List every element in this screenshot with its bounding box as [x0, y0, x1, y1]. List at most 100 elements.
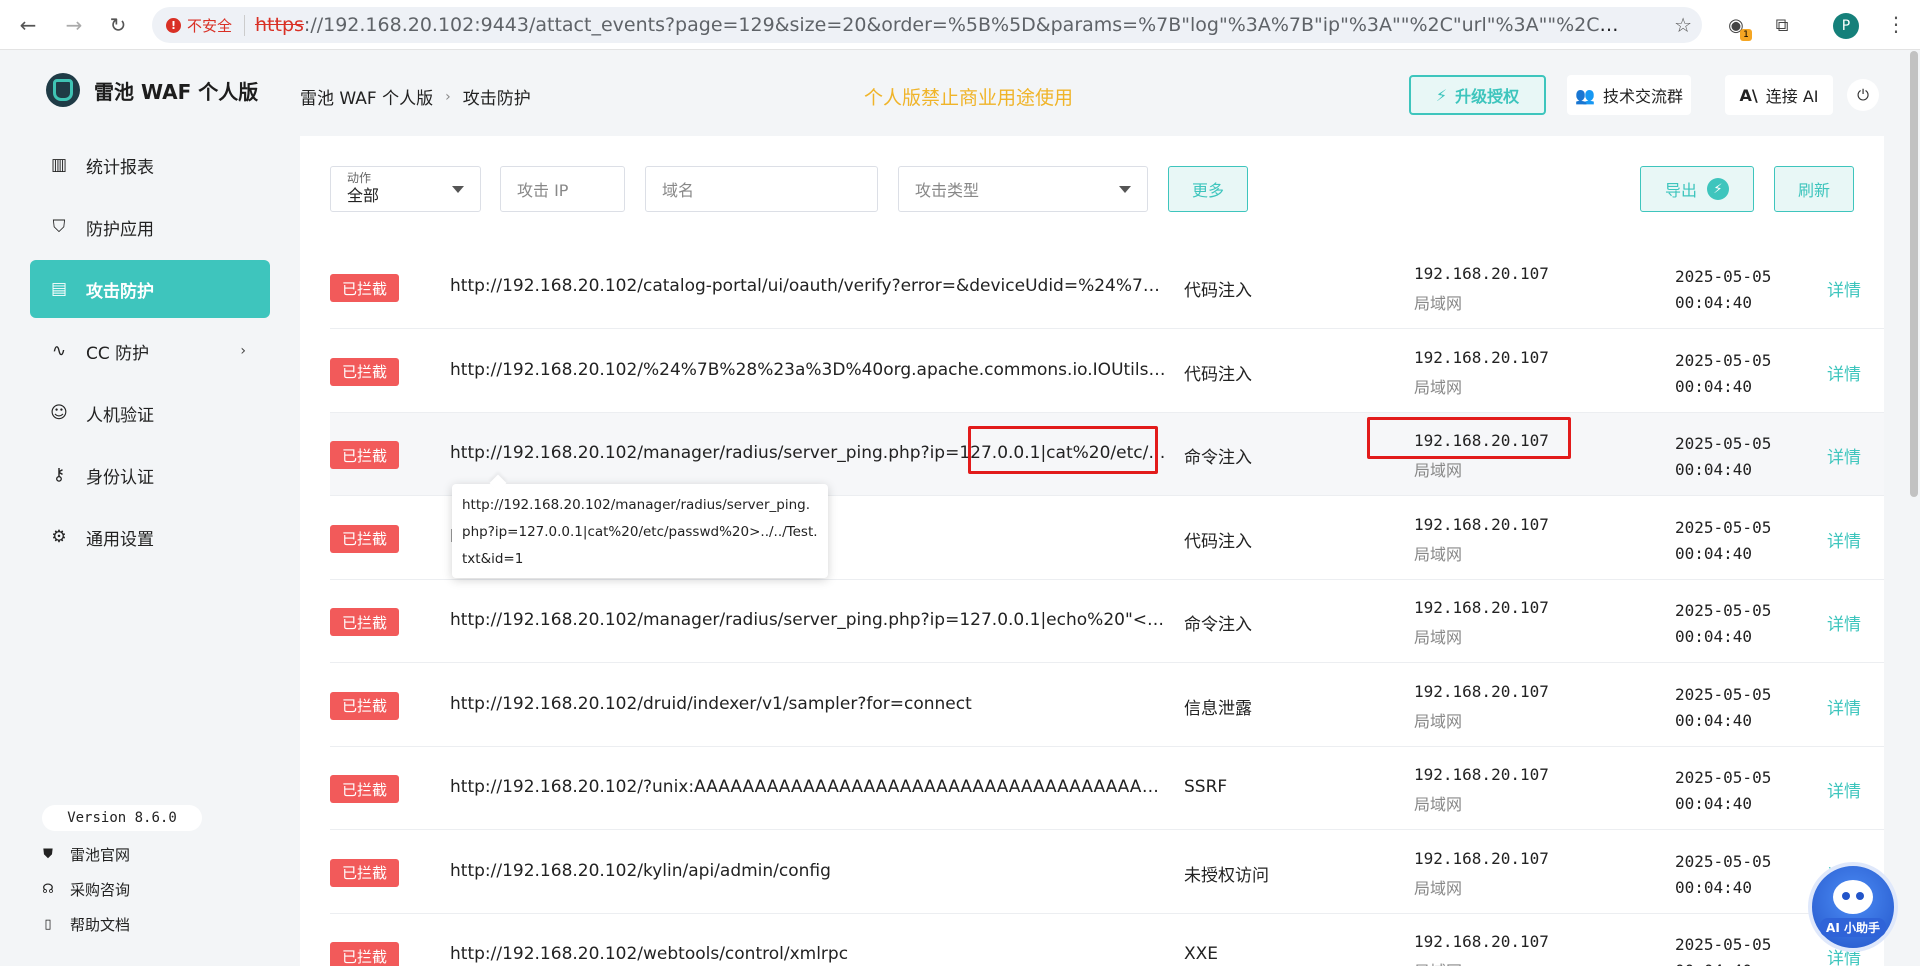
reload-icon[interactable]: ↻ — [104, 11, 132, 39]
ip-location: 局域网 — [1414, 711, 1463, 731]
connect-ai-button[interactable]: A\ 连接 AI — [1725, 75, 1833, 115]
more-filters-button[interactable]: 更多 — [1168, 166, 1248, 212]
event-clock: 00:04:40 — [1675, 710, 1753, 730]
sidebar-item-statistics[interactable]: ▥ 统计报表 — [30, 136, 270, 194]
attack-url[interactable]: http://192.168.20.102/catalog-portal/ui/… — [450, 276, 1168, 296]
attack-url[interactable]: http://192.168.20.102/%24%7B%28%23a%3D%4… — [450, 360, 1168, 380]
attacker-ip[interactable]: 192.168.20.107 — [1414, 849, 1549, 868]
bookmark-star-icon[interactable]: ☆ — [1674, 13, 1692, 37]
link-purchase[interactable]: ☊ 采购咨询 — [40, 879, 130, 900]
attack-url[interactable]: http://192.168.20.102/manager/radius/ser… — [450, 610, 1168, 630]
link-docs[interactable]: ▯ 帮助文档 — [40, 914, 130, 935]
action-select[interactable]: 动作 全部 — [330, 166, 481, 212]
breadcrumb-current: 攻击防护 — [462, 89, 531, 109]
detail-link[interactable]: 详情 — [1827, 360, 1861, 385]
sidebar-item-cc-protection[interactable]: ∿ CC 防护 › — [30, 322, 270, 380]
detail-link[interactable]: 详情 — [1827, 610, 1861, 635]
robot-icon: ☺ — [50, 403, 68, 423]
domain-input[interactable]: 域名 — [645, 166, 878, 212]
attacker-ip[interactable]: 192.168.20.107 — [1414, 932, 1549, 951]
logout-icon[interactable]: ⏻ — [1847, 79, 1879, 111]
detail-link[interactable]: 详情 — [1827, 276, 1861, 301]
ip-location: 局域网 — [1414, 377, 1463, 397]
attack-type: XXE — [1184, 944, 1219, 964]
export-button[interactable]: 导出 ⚡ — [1640, 166, 1754, 212]
sidebar-item-applications[interactable]: ⛉ 防护应用 — [30, 198, 270, 256]
attack-url[interactable]: http://192.168.20.102/manager/radius/ser… — [450, 443, 1168, 463]
detail-link[interactable]: 详情 — [1827, 527, 1861, 552]
detail-link[interactable]: 详情 — [1827, 443, 1861, 468]
attack-url[interactable]: http://192.168.20.102/webtools/control/x… — [450, 944, 1168, 964]
table-row[interactable]: 已拦截 http://192.168.20.102/druid/indexer/v… — [330, 663, 1884, 747]
attacker-ip[interactable]: 192.168.20.107 — [1414, 598, 1549, 617]
sidebar-item-auth[interactable]: ⚷ 身份认证 — [30, 446, 270, 504]
forward-arrow-icon[interactable]: → — [60, 11, 88, 39]
sidebar-item-label: 防护应用 — [86, 219, 154, 240]
table-row[interactable]: 已拦截 http://192.168.20.102/kylin/api/admin… — [330, 830, 1884, 914]
status-tag: 已拦截 — [330, 858, 399, 887]
back-arrow-icon[interactable]: ← — [14, 11, 42, 39]
attacker-ip[interactable]: 192.168.20.107 — [1414, 515, 1549, 534]
attacker-ip[interactable]: 192.168.20.107 — [1414, 765, 1549, 784]
attack-url[interactable]: http://192.168.20.102/druid/indexer/v1/s… — [450, 694, 1168, 714]
table-row[interactable]: 已拦截 http://192.168.20.102/catalog-portal/… — [330, 246, 1884, 329]
footer-link-label: 帮助文档 — [70, 916, 131, 934]
table-row[interactable]: 已拦截 http://192.168.20.102/manager/radius/… — [330, 580, 1884, 663]
event-clock: 00:04:40 — [1675, 376, 1753, 396]
table-row[interactable]: 已拦截 http://192.168.20.102/%24%7B%28%23a%3… — [330, 329, 1884, 413]
event-clock: 00:04:40 — [1675, 877, 1753, 897]
attacker-ip[interactable]: 192.168.20.107 — [1414, 682, 1549, 701]
address-bar[interactable]: ! 不安全 https://192.168.20.102:9443/attact… — [152, 7, 1702, 43]
status-tag: 已拦截 — [330, 608, 399, 636]
attack-type-select[interactable]: 攻击类型 — [898, 166, 1148, 212]
attack-type-placeholder: 攻击类型 — [915, 181, 980, 200]
link-official-site[interactable]: ⛊ 雷池官网 — [40, 844, 130, 865]
breadcrumb-root[interactable]: 雷池 WAF 个人版 — [300, 84, 433, 109]
sidebar-item-label: 身份认证 — [86, 467, 154, 488]
table-row[interactable]: 已拦截 http://192.168.20.102/webtools/contro… — [330, 914, 1884, 966]
event-time: 2025-05-05 00:04:40 — [1675, 264, 1771, 316]
extension-icon[interactable]: ◉ 1 — [1722, 11, 1752, 41]
event-clock: 00:04:40 — [1675, 794, 1753, 813]
detail-link[interactable]: 详情 — [1827, 694, 1861, 719]
safeline-logo-icon — [46, 73, 80, 107]
event-date: 2025-05-05 — [1675, 267, 1772, 286]
group-icon: 👥 — [1575, 85, 1595, 105]
caret-down-icon — [452, 186, 464, 193]
sidebar-item-settings[interactable]: ⚙ 通用设置 — [30, 508, 270, 566]
event-time: 2025-05-05 00:04:40 — [1675, 431, 1771, 483]
url-text[interactable]: https://192.168.20.102:9443/attact_event… — [255, 14, 1625, 36]
ip-location: 局域网 — [1414, 878, 1463, 898]
attack-ip-input[interactable]: 攻击 IP — [500, 166, 625, 212]
sidebar-item-captcha[interactable]: ☺ 人机验证 — [30, 384, 270, 442]
detail-link[interactable]: 详情 — [1827, 777, 1861, 802]
attacker-ip[interactable]: 192.168.20.107 — [1414, 264, 1549, 283]
headset-icon: ☊ — [42, 882, 54, 897]
community-group-button[interactable]: 👥 技术交流群 — [1567, 75, 1691, 115]
menu-dots-icon[interactable]: ⋮ — [1886, 12, 1906, 36]
event-time: 2025-05-05 00:04:40 — [1675, 932, 1771, 966]
document-icon: ▤ — [50, 279, 68, 299]
security-indicator[interactable]: ! 不安全 — [166, 14, 246, 36]
sidebar-item-attack-protection[interactable]: ▤ 攻击防护 — [30, 260, 270, 318]
brand[interactable]: 雷池 WAF 个人版 — [46, 73, 258, 107]
attack-type: 代码注入 — [1184, 281, 1252, 301]
export-label: 导出 — [1664, 181, 1697, 200]
event-clock: 00:04:40 — [1675, 293, 1753, 312]
attacker-ip[interactable]: 192.168.20.107 — [1414, 431, 1549, 450]
attack-url[interactable]: http://192.168.20.102/?unix:AAAAAAAAAAAA… — [450, 777, 1168, 797]
table-row[interactable]: 已拦截 http://192.168.20.102/?unix:AAAAAAAAA… — [330, 747, 1884, 830]
sidebar-item-label: CC 防护 — [86, 343, 150, 364]
refresh-button[interactable]: 刷新 — [1774, 166, 1854, 212]
attack-url[interactable]: http://192.168.20.102/kylin/api/admin/co… — [450, 861, 1168, 881]
url-scheme: https — [255, 14, 304, 36]
ai-assistant-button[interactable]: AI 小助手 — [1808, 862, 1898, 952]
puzzle-extensions-icon[interactable]: ⧉ — [1768, 11, 1796, 39]
event-date: 2025-05-05 — [1675, 517, 1772, 537]
upgrade-license-button[interactable]: ⚡ 升级授权 — [1409, 75, 1546, 115]
attacker-ip[interactable]: 192.168.20.107 — [1414, 348, 1549, 367]
status-tag: 已拦截 — [330, 441, 399, 469]
event-time: 2025-05-05 00:04:40 — [1675, 849, 1771, 901]
profile-avatar[interactable]: P — [1833, 13, 1859, 39]
scrollbar-thumb[interactable] — [1910, 51, 1918, 497]
